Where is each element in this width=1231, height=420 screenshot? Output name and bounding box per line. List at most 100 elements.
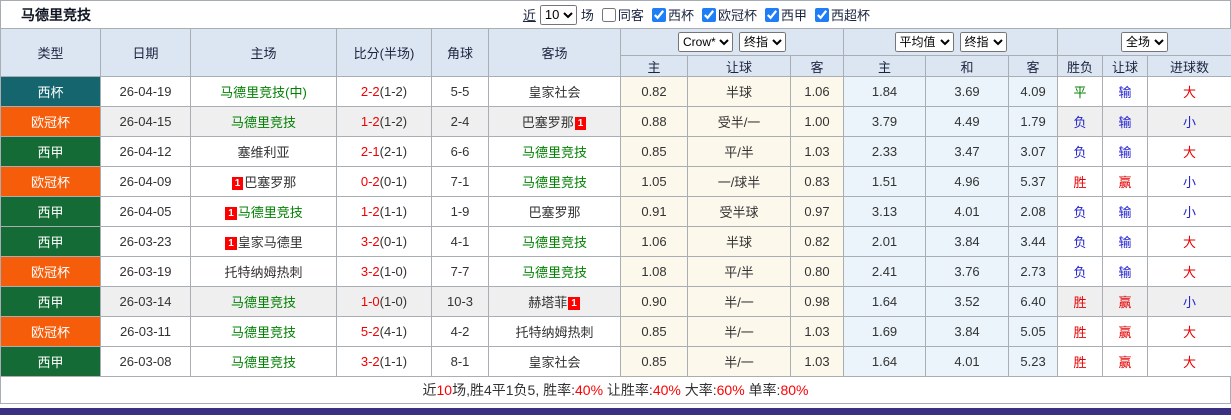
summary-stat-value: 60% — [716, 382, 745, 398]
result-goals-cell: 大 — [1147, 226, 1231, 257]
fulltime-score: 1-0 — [360, 294, 380, 309]
avg-home-odds-cell: 1.64 — [843, 286, 927, 317]
result-goals-cell: 小 — [1147, 106, 1231, 137]
col-header-corner: 角球 — [431, 28, 489, 77]
crow-bookmaker-select[interactable]: Crow* — [678, 32, 733, 52]
supercup-checkbox[interactable] — [814, 7, 829, 22]
avg-home-odds-cell: 1.69 — [843, 316, 927, 347]
competition-cell: 欧冠杯 — [0, 106, 101, 137]
copa-checkbox[interactable] — [651, 7, 666, 22]
team-name: 马德里竞技 — [521, 175, 587, 190]
checkbox-copa[interactable]: 西杯 — [651, 5, 694, 24]
team-name: 托特纳姆热刺 — [515, 325, 594, 340]
competition-cell: 西甲 — [0, 286, 101, 317]
away-team-cell: 赫塔菲 1 — [488, 286, 621, 317]
red-card-badge: 1 — [225, 207, 237, 220]
score-cell: 3-2(1-1) — [336, 346, 432, 377]
col-header-crow-away: 客 — [789, 55, 845, 77]
avg-stage-select[interactable]: 终指 — [959, 32, 1007, 52]
avg-away-odds-cell: 5.37 — [1008, 166, 1059, 197]
result-goals-cell: 大 — [1147, 76, 1231, 107]
crow-away-odds-cell: 1.00 — [789, 106, 845, 137]
recent-link[interactable]: 近 — [523, 5, 536, 24]
result-goals-cell: 大 — [1147, 316, 1231, 347]
result-wdl-cell: 负 — [1057, 136, 1104, 167]
result-goals-cell: 大 — [1147, 346, 1231, 377]
score-cell: 2-1(2-1) — [336, 136, 432, 167]
match-row: 西甲 26-04-12 塞维利亚 2-1(2-1) 6-6 马德里竞技 0.85 平/半 1.0… — [0, 136, 1231, 167]
result-handicap-cell: 输 — [1102, 196, 1149, 227]
corners-cell: 10-3 — [431, 286, 489, 317]
checkbox-laliga[interactable]: 西甲 — [764, 5, 807, 24]
crow-home-odds-cell: 0.90 — [620, 286, 688, 317]
avg-draw-odds-cell: 3.84 — [925, 316, 1010, 347]
result-wdl-cell: 负 — [1057, 226, 1104, 257]
crow-handicap-cell: 半球 — [687, 226, 791, 257]
avg-draw-odds-cell: 3.76 — [925, 256, 1010, 287]
halftime-score: (1-1) — [379, 354, 408, 369]
avg-draw-odds-cell: 4.49 — [925, 106, 1010, 137]
match-row: 西甲 26-03-23 1 皇家马德里 3-2(0-1) 4-1 马德里竞技 1.06 半球 0.… — [0, 226, 1231, 257]
result-wdl-cell: 胜 — [1057, 346, 1104, 377]
crow-handicap-cell: 一/球半 — [687, 166, 791, 197]
avg-draw-odds-cell: 4.96 — [925, 166, 1010, 197]
team-name: 皇家社会 — [528, 85, 581, 100]
team-name: 马德里竞技 — [230, 355, 296, 370]
crow-away-odds-cell: 1.06 — [789, 76, 845, 107]
match-row: 欧冠杯 26-03-11 马德里竞技 5-2(4-1) 4-2 托特纳姆热刺 0.85 半/一… — [0, 316, 1231, 347]
corners-cell: 7-1 — [431, 166, 489, 197]
corners-cell: 7-7 — [431, 256, 489, 287]
home-team-cell: 1 马德里竞技 — [190, 196, 337, 227]
home-team-cell: 1 皇家马德里 — [190, 226, 337, 257]
laliga-checkbox[interactable] — [764, 7, 779, 22]
avg-away-odds-cell: 5.23 — [1008, 346, 1059, 377]
avg-away-odds-cell: 2.73 — [1008, 256, 1059, 287]
col-header-away: 客场 — [488, 28, 621, 77]
avg-draw-odds-cell: 3.69 — [925, 76, 1010, 107]
crow-handicap-cell: 平/半 — [687, 136, 791, 167]
checkbox-supercup[interactable]: 西超杯 — [814, 5, 870, 24]
checkbox-same-away[interactable]: 同客 — [601, 5, 644, 24]
score-cell: 0-2(0-1) — [336, 166, 432, 197]
result-handicap-cell: 输 — [1102, 136, 1149, 167]
fulltime-score: 3-2 — [360, 354, 380, 369]
crow-home-odds-cell: 0.85 — [620, 136, 688, 167]
same-away-checkbox[interactable] — [601, 7, 616, 22]
crow-handicap-cell: 受半球 — [687, 196, 791, 227]
recent-count-select[interactable]: 10 — [539, 4, 577, 25]
away-team-cell: 托特纳姆热刺 — [488, 316, 621, 347]
corners-cell: 5-5 — [431, 76, 489, 107]
avg-away-odds-cell: 2.08 — [1008, 196, 1059, 227]
crow-stage-select[interactable]: 终指 — [739, 32, 786, 52]
avg-draw-odds-cell: 3.84 — [925, 226, 1010, 257]
avg-away-odds-cell: 3.07 — [1008, 136, 1059, 167]
col-header-result-wdl: 胜负 — [1057, 55, 1104, 77]
ucl-checkbox[interactable] — [701, 7, 716, 22]
home-team-cell: 塞维利亚 — [190, 136, 337, 167]
team-name: 马德里竞技 — [230, 295, 296, 310]
team-name: 马德里竞技(中) — [220, 85, 307, 100]
home-team-cell: 1 巴塞罗那 — [190, 166, 337, 197]
halftime-score: (1-2) — [379, 84, 408, 99]
crow-home-odds-cell: 0.82 — [620, 76, 688, 107]
result-handicap-cell: 赢 — [1102, 346, 1149, 377]
fulltime-select[interactable]: 全场 — [1121, 32, 1169, 52]
team-name: 马德里竞技 — [230, 115, 296, 130]
halftime-score: (4-1) — [379, 324, 408, 339]
crow-home-odds-cell: 0.85 — [620, 346, 688, 377]
result-handicap-cell: 输 — [1102, 256, 1149, 287]
score-cell: 5-2(4-1) — [336, 316, 432, 347]
fulltime-score: 3-2 — [360, 234, 380, 249]
crow-home-odds-cell: 0.91 — [620, 196, 688, 227]
competition-cell: 西杯 — [0, 76, 101, 107]
fulltime-score: 0-2 — [360, 174, 380, 189]
checkbox-ucl[interactable]: 欧冠杯 — [701, 5, 757, 24]
crow-away-odds-cell: 0.80 — [789, 256, 845, 287]
fulltime-score: 2-2 — [360, 84, 380, 99]
col-header-avg-away: 客 — [1008, 55, 1059, 77]
halftime-score: (1-0) — [379, 294, 408, 309]
avg-home-odds-cell: 2.41 — [843, 256, 927, 287]
summary-text: 场,胜4平1负5, 胜率: — [452, 382, 576, 398]
avg-source-select[interactable]: 平均值 — [894, 32, 954, 52]
result-handicap-cell: 赢 — [1102, 286, 1149, 317]
